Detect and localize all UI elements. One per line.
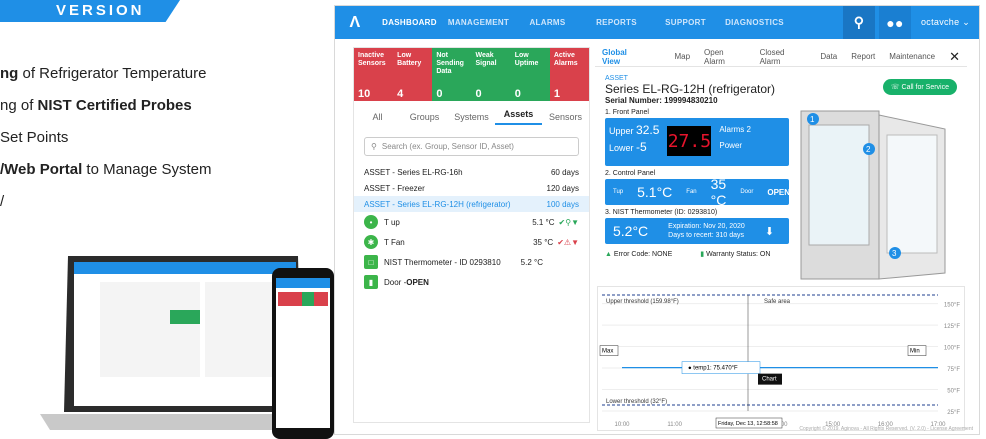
cursor-label: Friday, Dec 13, 12:58:58	[718, 421, 778, 427]
users-icon[interactable]: ●●	[879, 6, 911, 39]
tile-low-battery[interactable]: Low Battery 4	[393, 48, 433, 101]
user-menu[interactable]: octavche ⌄	[921, 17, 970, 28]
top-nav: Λ DASHBOARD MANAGEMENT ALARMS REPORTS SU…	[335, 6, 979, 39]
lower-threshold-label: Lower threshold (32°F)	[606, 399, 667, 405]
temperature-display: 27.5	[667, 126, 712, 156]
logo-icon[interactable]: Λ	[335, 14, 375, 32]
sensor-row[interactable]: • T up 5.1 °C ✔⚲▼	[354, 212, 589, 232]
fan-icon: ✱	[364, 235, 378, 249]
nav-reports[interactable]: REPORTS	[582, 18, 651, 27]
svg-text:1: 1	[810, 115, 815, 124]
tab-report[interactable]: Report	[844, 52, 882, 61]
nist-icon: □	[364, 255, 378, 269]
x-tick-label: 11:00	[667, 422, 682, 428]
left-tabs: All Groups Systems Assets Sensors	[354, 105, 589, 129]
feature-item: ng of NIST Certified Probes	[0, 97, 192, 114]
nist-panel: 5.2°C Expiration: Nov 20, 2020 Days to re…	[605, 218, 789, 244]
nav-dashboard[interactable]: DASHBOARD	[375, 18, 444, 27]
left-panel: Inactive Sensors 10 Low Battery 4 Not Send…	[353, 47, 590, 423]
nav-alarms[interactable]: ALARMS	[513, 18, 582, 27]
search-input[interactable]: ⚲ Search (ex. Group, Sensor ID, Asset)	[364, 137, 579, 156]
x-tick-label: 10:00	[614, 422, 630, 428]
door-row[interactable]: ▮ Door - OPEN	[354, 272, 589, 292]
serial-number: Serial Number: 199994830210	[605, 96, 718, 105]
sensor-row[interactable]: □ NIST Thermometer - ID 0293810 5.2 °C	[354, 252, 589, 272]
nav-diagnostics[interactable]: DIAGNOSTICS	[720, 18, 789, 27]
tile-inactive-sensors[interactable]: Inactive Sensors 10	[354, 48, 394, 101]
min-label: Min	[910, 349, 920, 355]
tab-map[interactable]: Map	[667, 52, 697, 61]
version-banner: VERSION	[0, 0, 180, 22]
tab-groups[interactable]: Groups	[401, 112, 448, 122]
search-icon[interactable]: ⚲	[843, 6, 875, 39]
status-tiles: Inactive Sensors 10 Low Battery 4 Not Send…	[354, 48, 590, 101]
sensor-row[interactable]: ✱ T Fan 35 °C ✔⚠▼	[354, 232, 589, 252]
svg-text:3: 3	[892, 249, 897, 258]
y-tick-label: 25°F	[947, 410, 960, 416]
y-tick-label: 100°F	[944, 346, 960, 352]
max-label: Max	[602, 349, 613, 355]
right-tabs: Global View Map Open Alarm Closed Alarm …	[595, 47, 967, 67]
search-icon: ⚲	[371, 142, 377, 151]
upper-threshold-label: Upper threshold (159.98°F)	[606, 299, 679, 305]
warning-icon: ▲	[605, 250, 612, 258]
asset-row[interactable]: ASSET - Freezer 120 days	[354, 180, 589, 196]
tab-closed-alarm[interactable]: Closed Alarm	[753, 48, 814, 66]
download-icon[interactable]: ⬇	[765, 225, 774, 238]
tab-systems[interactable]: Systems	[448, 112, 495, 122]
tooltip-text: ● temp1: 75.470°F	[688, 366, 738, 372]
tab-open-alarm[interactable]: Open Alarm	[697, 48, 753, 66]
feature-item: Set Points	[0, 129, 69, 146]
right-panel: Global View Map Open Alarm Closed Alarm …	[595, 47, 967, 431]
doc-icon: ▮	[700, 251, 705, 258]
control-panel: Tup 5.1°C Fan 35 °C Door OPEN	[605, 176, 790, 208]
asset-row-selected[interactable]: ASSET - Series EL-RG-12H (refrigerator) 1…	[354, 196, 589, 212]
y-tick-label: 50°F	[947, 389, 960, 395]
tile-not-sending[interactable]: Not Sending Data 0	[432, 48, 472, 101]
app-window: Λ DASHBOARD MANAGEMENT ALARMS REPORTS SU…	[334, 5, 980, 435]
status-icons: ✔⚲▼	[558, 217, 579, 227]
alarm-icons: ✔⚠▼	[557, 237, 579, 247]
tile-active-alarms[interactable]: Active Alarms 1	[549, 48, 590, 101]
banner-text: VERSION	[56, 2, 145, 19]
front-panel: Upper 32.5 Lower -5 27.5 Alarms 2 Power	[605, 118, 789, 166]
feature-item: ng of Refrigerator Temperature	[0, 65, 207, 82]
devices-illustration	[40, 256, 348, 439]
asset-row[interactable]: ASSET - Series EL-RG-16h 60 days	[354, 164, 589, 180]
chart-button-label: Chart	[762, 377, 777, 383]
tab-sensors[interactable]: Sensors	[542, 112, 589, 122]
refrigerator-image: 1 2 3	[800, 110, 946, 280]
feature-item: /	[0, 193, 5, 210]
chart-svg: 150°F 125°F 100°F 75°F 50°F 25°F Upper thresho…	[599, 294, 960, 429]
thermometer-icon: •	[364, 215, 378, 229]
close-icon[interactable]: ✕	[942, 49, 967, 65]
feature-list: ng of Refrigerator Temperature ng of NIS…	[0, 58, 211, 218]
warranty-status: ▮ Warranty Status: ON	[700, 251, 771, 258]
y-tick-label: 125°F	[944, 324, 960, 330]
tab-all[interactable]: All	[354, 112, 401, 122]
door-icon: ▮	[364, 275, 378, 289]
temperature-chart: 150°F 125°F 100°F 75°F 50°F 25°F Upper thresho…	[597, 286, 965, 431]
tab-global-view[interactable]: Global View	[595, 48, 653, 66]
tile-low-uptime[interactable]: Low Uptime 0	[510, 48, 550, 101]
svg-text:2: 2	[866, 145, 871, 154]
feature-item: /Web Portal to Manage System	[0, 161, 212, 178]
tab-assets[interactable]: Assets	[495, 109, 542, 125]
call-for-service-button[interactable]: ☏ Call for Service	[882, 79, 957, 95]
nav-support[interactable]: SUPPORT	[651, 18, 720, 27]
tile-weak-signal[interactable]: Weak Signal 0	[471, 48, 511, 101]
tab-maintenance[interactable]: Maintenance	[882, 52, 942, 61]
nav-management[interactable]: MANAGEMENT	[444, 18, 513, 27]
copyright: Copyright © 2019. Aginova - All Rights R…	[799, 426, 973, 432]
y-tick-label: 75°F	[947, 367, 960, 373]
y-tick-label: 150°F	[944, 303, 960, 309]
error-code: ▲ Error Code: NONE	[605, 250, 673, 258]
tab-data[interactable]: Data	[813, 52, 844, 61]
safe-area-label: Safe area	[764, 299, 791, 305]
